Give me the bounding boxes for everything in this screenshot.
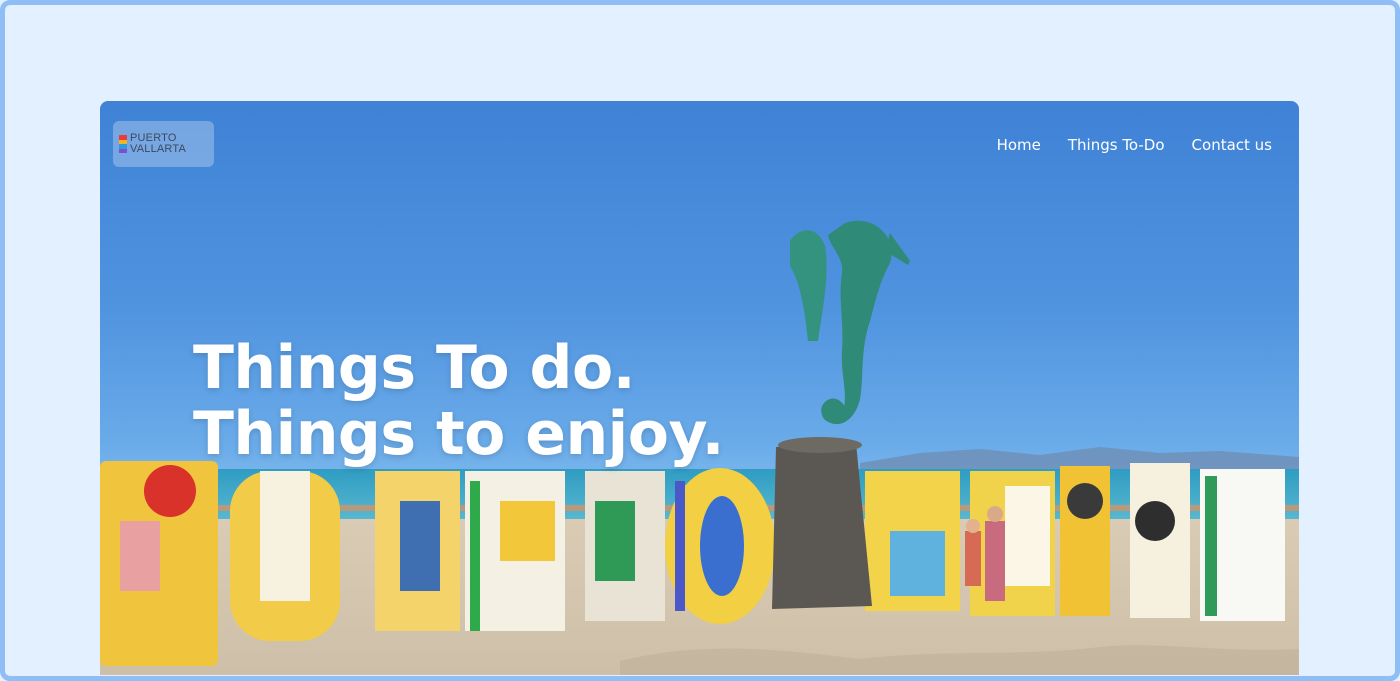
nav-home[interactable]: Home xyxy=(997,136,1041,154)
logo-line-2: VALLARTA xyxy=(130,143,187,155)
hero-headline-line-2: Things to enjoy. xyxy=(193,399,724,469)
hero-banner: PUERTO VALLARTA Home Things To-Do Contac… xyxy=(100,101,1299,675)
nav-things-to-do[interactable]: Things To-Do xyxy=(1068,136,1165,154)
site-logo[interactable]: PUERTO VALLARTA xyxy=(113,121,214,167)
logo-text: PUERTO VALLARTA xyxy=(130,133,186,155)
seahorse-statue xyxy=(790,220,910,425)
hero-headline-line-1: Things To do. xyxy=(193,333,636,403)
nav-contact-us[interactable]: Contact us xyxy=(1192,136,1272,154)
hero-headline: Things To do. Things to enjoy. xyxy=(193,335,724,467)
main-nav: Home Things To-Do Contact us xyxy=(997,136,1272,154)
logo-mark-icon xyxy=(119,135,127,153)
